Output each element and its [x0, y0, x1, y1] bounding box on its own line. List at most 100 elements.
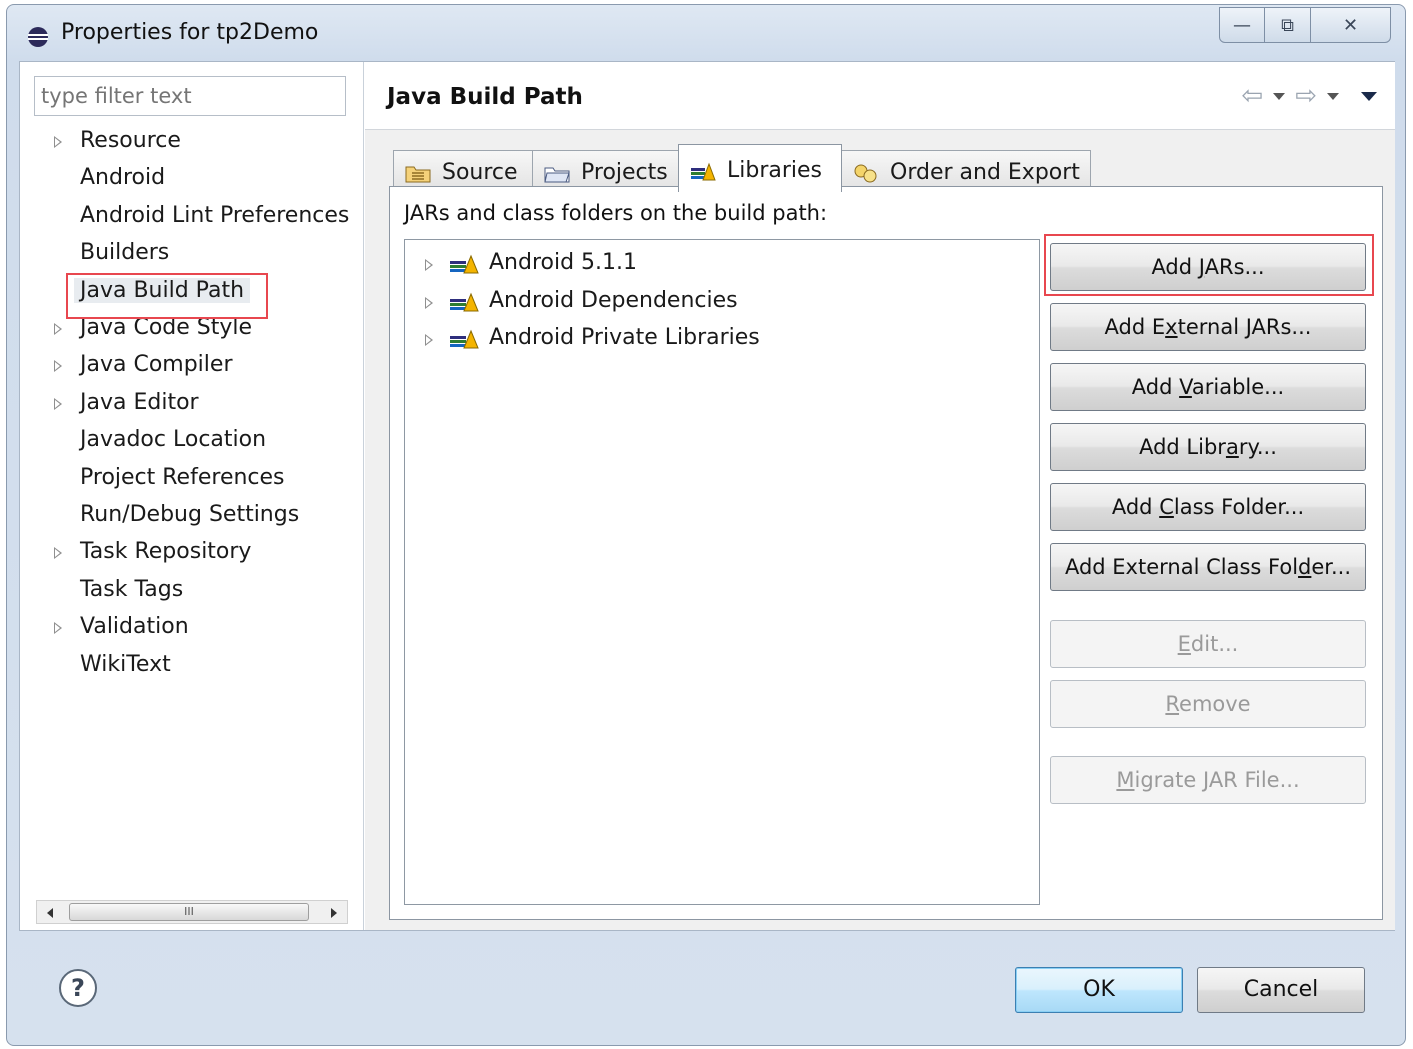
add-external-class-folder-button[interactable]: Add External Class Folder...: [1050, 543, 1366, 591]
page-header: Java Build Path ⇦ ⇨: [365, 62, 1395, 130]
view-menu-icon[interactable]: [1361, 91, 1377, 101]
tab-label: Projects: [581, 160, 668, 185]
minimize-button[interactable]: —: [1219, 7, 1265, 43]
category-label: Android: [80, 165, 166, 191]
button-label-part: Add E: [1104, 315, 1166, 339]
button-label-part: emove: [1179, 692, 1251, 716]
back-arrow-icon[interactable]: ⇦: [1241, 83, 1263, 109]
expand-arrow-icon[interactable]: [54, 547, 62, 560]
button-mnemonic: M: [1116, 768, 1135, 792]
library-item[interactable]: Android Dependencies: [405, 284, 1039, 318]
category-label: Run/Debug Settings: [80, 502, 300, 527]
expand-arrow-icon[interactable]: [54, 136, 62, 148]
page-title: Java Build Path: [387, 84, 583, 110]
scroll-left-icon[interactable]: [47, 908, 53, 918]
forward-dropdown-icon[interactable]: [1327, 92, 1339, 100]
property-page: Java Build Path ⇦ ⇨ Source Projects Libr…: [365, 62, 1395, 930]
button-label-part: ariable...: [1191, 375, 1285, 399]
button-label-part: dit...: [1190, 632, 1239, 656]
expand-arrow-icon[interactable]: [54, 323, 62, 335]
category-item[interactable]: Task Repository: [20, 537, 364, 573]
expand-arrow-icon[interactable]: [54, 622, 62, 635]
cancel-button[interactable]: Cancel: [1197, 967, 1365, 1013]
button-mnemonic: d: [1298, 555, 1312, 579]
button-label-part: Add: [1111, 495, 1160, 519]
category-label: Validation: [80, 614, 189, 640]
expand-arrow-icon[interactable]: [425, 259, 433, 271]
category-label: Java Compiler: [80, 352, 233, 378]
button-label-part: ARs...: [1204, 255, 1265, 279]
migrate-jar-file-button[interactable]: Migrate JAR File...: [1050, 756, 1366, 804]
category-item[interactable]: Android: [20, 163, 364, 199]
expand-arrow-icon[interactable]: [54, 397, 62, 410]
category-item[interactable]: Validation: [20, 612, 364, 648]
edit-button[interactable]: Edit...: [1050, 620, 1366, 668]
category-item[interactable]: Resource: [20, 126, 364, 162]
button-mnemonic: R: [1165, 692, 1180, 716]
category-item[interactable]: Java Compiler: [20, 350, 364, 386]
remove-button[interactable]: Remove: [1050, 680, 1366, 728]
tab-order-and-export[interactable]: Order and Export: [841, 150, 1091, 190]
add-jars-button[interactable]: Add JARs...: [1050, 243, 1366, 291]
filter-input[interactable]: [34, 76, 346, 116]
scroll-thumb[interactable]: III: [69, 903, 309, 921]
category-item[interactable]: WikiText: [20, 650, 364, 686]
expand-arrow-icon[interactable]: [425, 334, 433, 346]
back-dropdown-icon[interactable]: [1273, 92, 1286, 100]
button-mnemonic: a: [1225, 435, 1239, 459]
add-class-folder-button[interactable]: Add Class Folder...: [1050, 483, 1366, 531]
library-container-icon: [450, 329, 479, 349]
category-label: Project References: [80, 464, 285, 490]
category-item[interactable]: Project References: [20, 463, 364, 499]
library-label: Android 5.1.1: [489, 250, 638, 275]
source-folder-icon: [405, 166, 431, 182]
button-label-part: Add: [1151, 255, 1199, 279]
category-item[interactable]: Javadoc Location: [20, 425, 364, 461]
library-item[interactable]: Android Private Libraries: [405, 321, 1039, 355]
button-label-part: ry...: [1238, 435, 1277, 459]
library-label: Android Dependencies: [489, 287, 738, 313]
properties-dialog: Properties for tp2Demo — ⧉ ✕ Resource And…: [6, 4, 1406, 1046]
restore-button[interactable]: ⧉: [1265, 7, 1311, 43]
button-label-part: lass Folder...: [1173, 495, 1305, 519]
category-pane: Resource Android Android Lint Preferences B…: [20, 62, 364, 930]
build-path-label: JARs and class folders on the build path…: [404, 201, 828, 225]
library-label: Android Private Libraries: [489, 325, 760, 350]
button-label-part: Add External Class Fol: [1064, 555, 1299, 579]
add-library-button[interactable]: Add Library...: [1050, 423, 1366, 471]
dialog-body: Resource Android Android Lint Preferences B…: [19, 61, 1395, 931]
button-label-part: er...: [1311, 555, 1352, 579]
forward-arrow-icon[interactable]: ⇨: [1295, 83, 1317, 109]
eclipse-icon: [28, 27, 48, 47]
close-button[interactable]: ✕: [1311, 7, 1391, 43]
window-title: Properties for tp2Demo: [61, 20, 319, 45]
expand-arrow-icon[interactable]: [425, 296, 433, 309]
tab-libraries[interactable]: Libraries: [678, 144, 842, 192]
button-label-part: igrate JAR File...: [1134, 768, 1300, 792]
category-item[interactable]: Run/Debug Settings: [20, 500, 364, 536]
button-label-part: Add: [1131, 375, 1180, 399]
ok-button[interactable]: OK: [1015, 967, 1183, 1013]
category-item[interactable]: Builders: [20, 238, 364, 274]
add-external-jars-button[interactable]: Add External JARs...: [1050, 303, 1366, 351]
help-icon[interactable]: ?: [59, 969, 97, 1007]
library-item[interactable]: Android 5.1.1: [405, 246, 1039, 280]
selection-highlight-box: [66, 273, 268, 319]
button-label-part: Add Libr: [1139, 435, 1226, 459]
category-item[interactable]: Task Tags: [20, 575, 364, 611]
category-label: Task Repository: [80, 539, 252, 565]
category-item[interactable]: Android Lint Preferences: [20, 201, 364, 237]
category-label: Java Editor: [80, 389, 199, 415]
scroll-right-icon[interactable]: [331, 908, 337, 918]
button-mnemonic: C: [1159, 495, 1174, 519]
expand-arrow-icon[interactable]: [54, 360, 62, 373]
add-variable-button[interactable]: Add Variable...: [1050, 363, 1366, 411]
libraries-icon: [691, 162, 716, 180]
category-item[interactable]: Java Editor: [20, 388, 364, 424]
tab-projects[interactable]: Projects: [532, 150, 680, 190]
library-tree[interactable]: Android 5.1.1 Android Dependencies Android…: [404, 239, 1040, 905]
tab-label: Libraries: [727, 158, 823, 183]
tab-source[interactable]: Source: [393, 150, 533, 190]
horizontal-scrollbar[interactable]: III: [36, 900, 348, 924]
category-label: Resource: [80, 128, 181, 153]
